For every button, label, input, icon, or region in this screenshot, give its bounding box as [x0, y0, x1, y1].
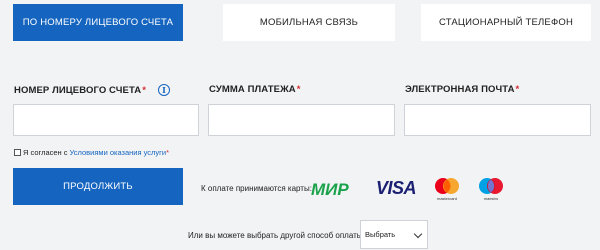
- agreement-checkbox[interactable]: [14, 149, 21, 156]
- mastercard-logo: mastercard: [435, 178, 459, 201]
- account-number-label-text: НОМЕР ЛИЦЕВОГО СЧЕТА: [14, 84, 142, 96]
- email-label: ЭЛЕКТРОННАЯ ПОЧТА *: [405, 84, 519, 95]
- mastercard-logo-text: mastercard: [437, 196, 457, 201]
- accepted-cards-label: К оплате принимаются карты:: [201, 184, 312, 193]
- terms-link[interactable]: Условиями оказания услуги: [70, 148, 167, 157]
- tab-mobile[interactable]: МОБИЛЬНАЯ СВЯЗЬ: [223, 4, 395, 41]
- tab-landline[interactable]: СТАЦИОНАРНЫЙ ТЕЛЕФОН: [421, 4, 591, 41]
- account-number-input[interactable]: [13, 104, 199, 136]
- payment-method-select[interactable]: Выбрать: [360, 220, 428, 249]
- visa-logo: VISA: [376, 178, 417, 198]
- chevron-down-icon: [413, 229, 423, 239]
- mir-logo: МИР: [311, 180, 349, 199]
- amount-input[interactable]: [208, 104, 395, 136]
- alternative-method-label: Или вы можете выбрать другой способ опла…: [188, 231, 365, 240]
- maestro-logo-text: maestro: [484, 196, 499, 201]
- select-value: Выбрать: [365, 230, 396, 239]
- agreement-prefix: Я согласен с: [23, 148, 68, 157]
- required-mark: *: [515, 84, 520, 95]
- info-icon[interactable]: i: [158, 84, 171, 96]
- required-mark: *: [166, 148, 170, 157]
- account-number-label: НОМЕР ЛИЦЕВОГО СЧЕТА * i: [14, 84, 171, 96]
- agreement-row: Я согласен с Условиями оказания услуги *: [14, 148, 169, 157]
- required-mark: *: [296, 84, 301, 95]
- tab-account-number[interactable]: ПО НОМЕРУ ЛИЦЕВОГО СЧЕТА: [13, 4, 183, 41]
- continue-button[interactable]: ПРОДОЛЖИТЬ: [13, 168, 183, 205]
- amount-label-text: СУММА ПЛАТЕЖА: [209, 84, 296, 95]
- email-input[interactable]: [404, 104, 591, 136]
- maestro-logo: maestro: [479, 178, 503, 201]
- payment-method-tabs: ПО НОМЕРУ ЛИЦЕВОГО СЧЕТА МОБИЛЬНАЯ СВЯЗЬ…: [0, 4, 600, 41]
- required-mark: *: [142, 84, 147, 96]
- email-label-text: ЭЛЕКТРОННАЯ ПОЧТА: [405, 84, 515, 95]
- mir-logo-text: МИР: [311, 180, 349, 199]
- amount-label: СУММА ПЛАТЕЖА *: [209, 84, 301, 95]
